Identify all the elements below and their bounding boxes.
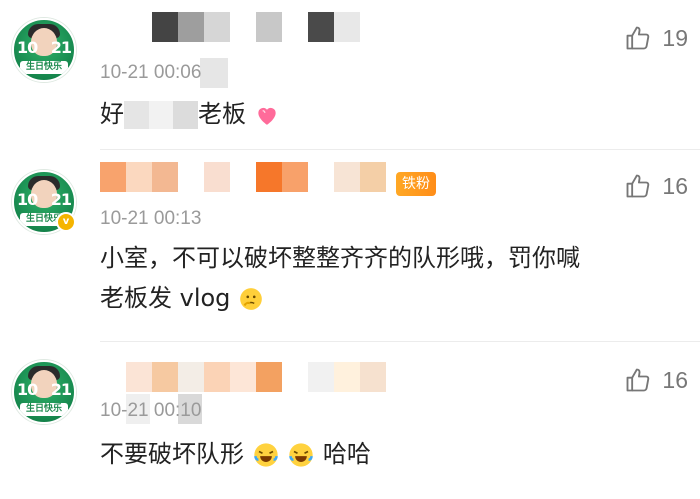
comment-text-end: 哈哈 <box>322 440 371 468</box>
comment-text-start: 不要破坏队形 <box>100 440 244 468</box>
thumbs-up-icon <box>626 26 650 50</box>
user-avatar[interactable]: 10 21 生日快乐 <box>12 18 76 82</box>
user-avatar[interactable]: 10 21 生日快乐 <box>12 360 76 424</box>
like-count: 16 <box>662 366 688 393</box>
comment-item[interactable]: 10 21 生日快乐 16 10-21 00:10 不要破坏队形 哈哈 <box>0 342 700 499</box>
username-pixelated[interactable] <box>100 162 400 192</box>
comment-text: 小室，不可以破坏整整齐齐的队形哦，罚你喊 老板发 vlog <box>100 238 675 318</box>
comment-text: 好 老板 <box>100 94 675 134</box>
avatar-caption: 生日快乐 <box>20 61 68 74</box>
avatar-number-left: 10 <box>17 190 38 209</box>
avatar-number-right: 21 <box>50 190 72 209</box>
crying-laughing-emoji <box>289 443 314 467</box>
comment-item[interactable]: 10 21 生日快乐 v 铁粉 16 10-21 00:13 小室，不可以破坏整… <box>0 150 700 340</box>
fan-level-badge[interactable]: 铁粉 <box>396 172 436 196</box>
comment-time: 10-21 00:13 <box>100 208 202 229</box>
verified-badge-icon: v <box>56 212 76 232</box>
crying-laughing-emoji <box>253 443 278 467</box>
avatar-number-right: 21 <box>50 380 72 399</box>
avatar-number-right: 21 <box>50 38 72 57</box>
like-button[interactable]: 16 <box>624 366 688 394</box>
comment-text: 不要破坏队形 哈哈 <box>100 434 675 474</box>
avatar-number-left: 10 <box>17 380 38 399</box>
comment-text-line2: 老板发 vlog <box>100 278 675 318</box>
timestamp-mosaic <box>200 58 230 88</box>
like-button[interactable]: 16 <box>624 172 688 200</box>
thumbs-up-icon <box>626 368 650 392</box>
avatar-number-left: 10 <box>17 38 38 57</box>
comment-text-end: 老板 <box>198 100 246 128</box>
comment-item[interactable]: 10 21 生日快乐 19 10-21 00:06 好 老板 <box>0 0 700 150</box>
avatar-caption: 生日快乐 <box>20 403 68 416</box>
like-button[interactable]: 19 <box>624 24 688 52</box>
censored-text-block <box>124 101 198 129</box>
comment-time: 10-21 00:06 <box>100 62 202 83</box>
comment-text-line1: 小室，不可以破坏整整齐齐的队形哦，罚你喊 <box>100 244 580 272</box>
comment-text-start: 好 <box>100 100 124 128</box>
pink-heart-emoji <box>257 107 276 125</box>
username-pixelated[interactable] <box>100 12 365 42</box>
thumbs-up-icon <box>626 174 650 198</box>
thinking-face-emoji <box>240 288 262 310</box>
comment-text-line2-text: 老板发 vlog <box>100 284 231 312</box>
username-pixelated[interactable] <box>100 362 390 392</box>
like-count: 16 <box>662 172 688 199</box>
like-count: 19 <box>662 24 688 51</box>
comment-time: 10-21 00:10 <box>100 400 202 421</box>
